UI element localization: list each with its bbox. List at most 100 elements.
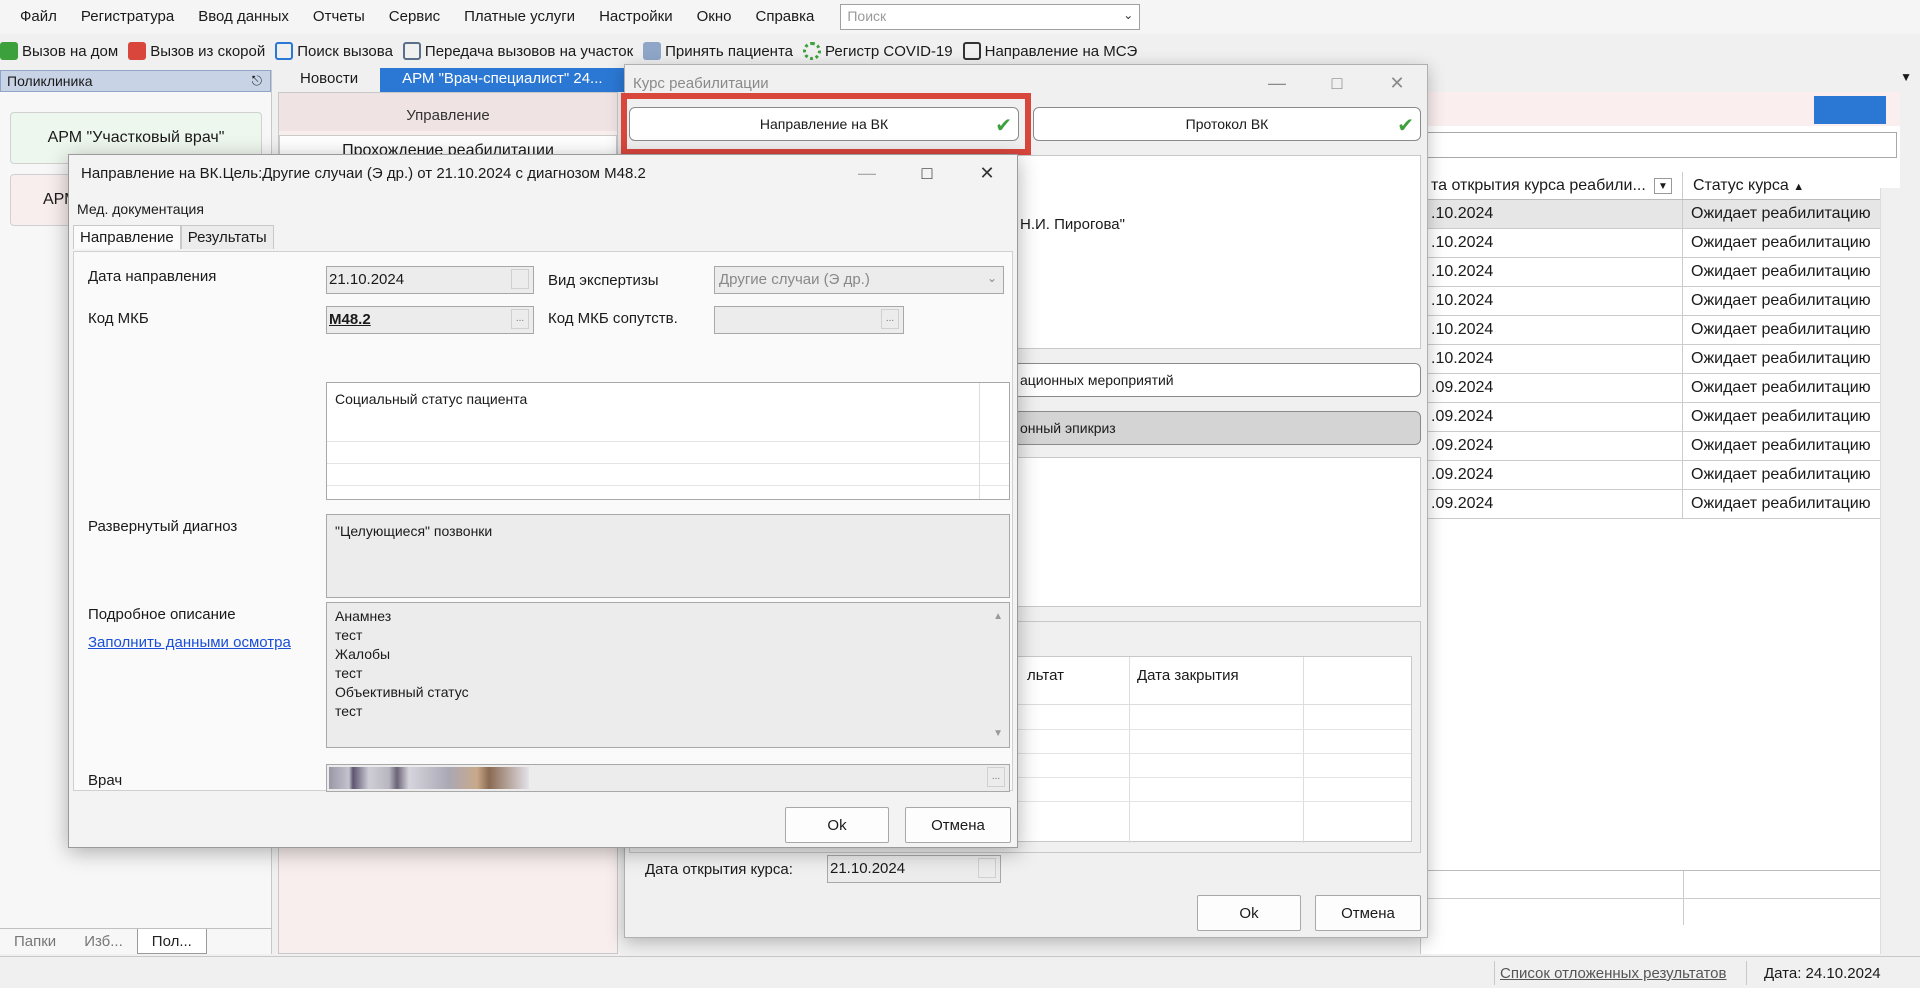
mse-referral-button[interactable]: Направление на МСЭ — [962, 42, 1138, 60]
vk-referral-button[interactable]: Направление на ВК ✔ — [629, 107, 1019, 141]
rehab-dialog-title: Курс реабилитации — [633, 75, 769, 92]
diagnosis-label: Развернутый диагноз — [88, 518, 238, 535]
grid-scrollbar[interactable] — [1880, 188, 1900, 954]
table-row[interactable]: .10.2024 Ожидает реабилитацию — [1421, 316, 1896, 345]
vk-cancel-button[interactable]: Отмена — [905, 807, 1011, 843]
status-date: Дата: 24.10.2024 — [1764, 965, 1881, 982]
cell-open-date: .10.2024 — [1421, 258, 1683, 286]
calendar-icon[interactable] — [511, 269, 529, 289]
diagnosis-field[interactable]: "Целующиеся" позвонки — [326, 514, 1010, 598]
covid-register-button[interactable]: Регистр COVID-19 — [803, 42, 953, 60]
maximize-icon[interactable]: □ — [897, 155, 957, 191]
column-filter-icon[interactable]: ▼ — [1654, 178, 1672, 194]
minimize-icon[interactable]: — — [837, 155, 897, 191]
cell-status: Ожидает реабилитацию — [1691, 321, 1871, 338]
transfer-icon — [402, 42, 421, 60]
cell-open-date: .09.2024 — [1421, 403, 1683, 431]
logo-icon — [1814, 96, 1886, 124]
menu-reports[interactable]: Отчеты — [301, 0, 377, 34]
ambulance-call-button[interactable]: Вызов из скорой — [128, 42, 265, 60]
menu-window[interactable]: Окно — [685, 0, 744, 34]
search-input[interactable]: Поиск ⌄ — [840, 4, 1141, 30]
expertise-select[interactable]: Другие случаи (Э др.) ⌄ — [714, 266, 1004, 294]
mkb-field[interactable]: M48.2 ... — [326, 306, 534, 334]
social-status-table[interactable]: Социальный статус пациента — [326, 382, 1010, 500]
mkb-label: Код МКБ — [88, 310, 149, 327]
patient-icon — [643, 42, 662, 60]
close-icon[interactable]: ✕ — [1367, 65, 1427, 101]
desc-line: тест — [335, 665, 363, 681]
date-field[interactable]: 21.10.2024 — [326, 266, 534, 294]
med-documentation-menu[interactable]: Мед. документация — [77, 201, 204, 217]
vk-tabs: Направление Результаты — [73, 225, 274, 249]
table-row[interactable]: .10.2024 Ожидает реабилитацию — [1421, 287, 1896, 316]
organization-text: Н.И. Пирогова" — [1020, 216, 1125, 233]
mkb-co-field[interactable]: ... — [714, 306, 904, 334]
vk-ok-button[interactable]: Ok — [785, 807, 889, 843]
scroll-up-icon[interactable]: ▲ — [993, 607, 1003, 626]
table-row[interactable]: .09.2024 Ожидает реабилитацию — [1421, 490, 1896, 519]
transfer-calls-button[interactable]: Передача вызовов на участок — [402, 42, 633, 60]
sort-asc-icon: ▲ — [1793, 181, 1805, 193]
home-call-button[interactable]: Вызов на дом — [0, 42, 118, 60]
menu-service[interactable]: Сервис — [377, 0, 452, 34]
lookup-icon[interactable]: ... — [881, 309, 899, 329]
cell-open-date: .10.2024 — [1421, 229, 1683, 257]
description-label: Подробное описание — [88, 606, 236, 623]
tab-polyclinic[interactable]: Пол... — [136, 929, 207, 954]
maximize-icon[interactable]: □ — [1307, 65, 1367, 101]
menu-registry[interactable]: Регистратура — [69, 0, 186, 34]
table-row[interactable]: .09.2024 Ожидает реабилитацию — [1421, 432, 1896, 461]
fill-from-exam-link[interactable]: Заполнить данными осмотра — [88, 634, 291, 651]
rehab-course-grid: та открытия курса реабили... ▼ Статус кур… — [1420, 92, 1900, 954]
tabs-dropdown-icon[interactable]: ▼ — [1900, 70, 1912, 84]
col-status-header[interactable]: Статус курса ▲ — [1683, 172, 1814, 199]
desc-line: Объективный статус — [335, 684, 469, 700]
doctor-redacted-image — [329, 767, 529, 789]
chevron-down-icon[interactable]: ⌄ — [987, 271, 997, 285]
chevron-down-icon[interactable]: ⌄ — [1123, 8, 1133, 22]
table-row[interactable]: .09.2024 Ожидает реабилитацию — [1421, 374, 1896, 403]
accept-patient-button[interactable]: Принять пациента — [643, 42, 793, 60]
tab-results[interactable]: Результаты — [180, 225, 274, 249]
description-field[interactable]: Анамнез тест Жалобы тест Объективный ста… — [326, 602, 1010, 748]
calendar-icon[interactable] — [978, 858, 996, 878]
table-row[interactable]: .10.2024 Ожидает реабилитацию — [1421, 229, 1896, 258]
tab-arm-specialist[interactable]: АРМ "Врач-специалист" 24... — [380, 68, 625, 92]
lookup-icon[interactable]: ... — [511, 309, 529, 329]
tab-favorites[interactable]: Изб... — [70, 929, 137, 954]
minimize-icon[interactable]: — — [1247, 65, 1307, 101]
table-row[interactable]: .10.2024 Ожидает реабилитацию — [1421, 345, 1896, 374]
pending-results-link[interactable]: Список отложенных результатов — [1500, 965, 1726, 982]
lookup-icon[interactable]: ... — [987, 767, 1005, 787]
tab-direction[interactable]: Направление — [73, 225, 181, 249]
search-placeholder: Поиск — [847, 8, 887, 24]
tab-news[interactable]: Новости — [278, 68, 380, 92]
open-date-field[interactable]: 21.10.2024 — [827, 855, 1001, 883]
scroll-down-icon[interactable]: ▼ — [993, 724, 1003, 743]
table-row[interactable]: .09.2024 Ожидает реабилитацию — [1421, 461, 1896, 490]
col-close-date-header: Дата закрытия — [1137, 667, 1239, 684]
grid-filter-input[interactable] — [1425, 132, 1897, 158]
rehab-cancel-button[interactable]: Отмена — [1315, 895, 1421, 931]
table-row[interactable]: .10.2024 Ожидает реабилитацию — [1421, 258, 1896, 287]
col-open-date-header[interactable]: та открытия курса реабили... ▼ — [1421, 172, 1683, 199]
table-row[interactable]: .09.2024 Ожидает реабилитацию — [1421, 403, 1896, 432]
tab-folders[interactable]: Папки — [0, 929, 70, 954]
search-call-button[interactable]: Поиск вызова — [275, 42, 393, 60]
col-result-header: льтат — [1027, 667, 1064, 684]
rehab-ok-button[interactable]: Ok — [1197, 895, 1301, 931]
menu-help[interactable]: Справка — [744, 0, 827, 34]
menu-data-entry[interactable]: Ввод данных — [186, 0, 301, 34]
cell-open-date: .09.2024 — [1421, 374, 1683, 402]
pin-icon[interactable]: ⎋ — [252, 73, 262, 89]
mse-referral-label: Направление на МСЭ — [984, 42, 1138, 60]
table-row[interactable]: .10.2024 Ожидает реабилитацию — [1421, 200, 1896, 229]
doctor-field[interactable]: ... — [326, 764, 1010, 792]
close-icon[interactable]: ✕ — [957, 155, 1017, 191]
menu-settings[interactable]: Настройки — [587, 0, 685, 34]
cell-open-date: .10.2024 — [1421, 287, 1683, 315]
menu-paid-services[interactable]: Платные услуги — [452, 0, 587, 34]
vk-protocol-button[interactable]: Протокол ВК ✔ — [1033, 107, 1421, 141]
menu-file[interactable]: Файл — [0, 0, 69, 34]
